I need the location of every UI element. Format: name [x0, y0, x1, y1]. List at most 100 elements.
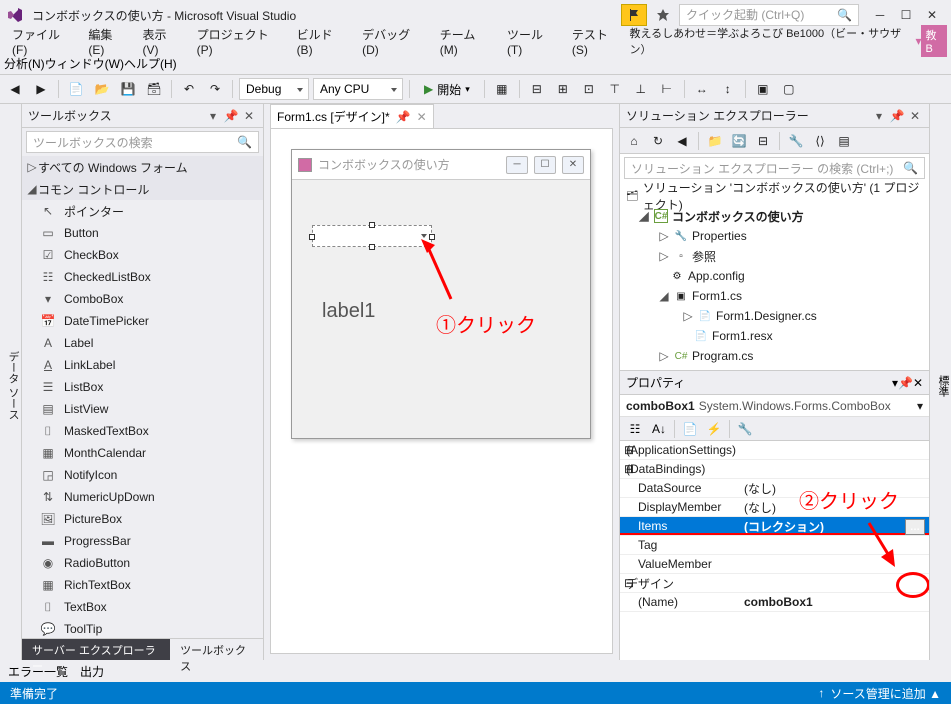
tool-button[interactable]: ▭Button [22, 222, 263, 244]
feedback-icon[interactable] [653, 5, 673, 25]
tool-tooltip[interactable]: 💬ToolTip [22, 618, 263, 638]
prop-databindings[interactable]: ⊞(DataBindings) [620, 460, 929, 479]
solution-root[interactable]: 🗂ソリューション 'コンボボックスの使い方' (1 プロジェクト) [620, 186, 929, 206]
menu-analyze[interactable]: 分析(N) [4, 55, 45, 72]
order-back-icon[interactable]: ▢ [778, 78, 800, 100]
events-icon[interactable]: ⚡ [703, 418, 725, 440]
tool-picturebox[interactable]: 🖼PictureBox [22, 508, 263, 530]
designer-node[interactable]: ▷📄Form1.Designer.cs [620, 306, 929, 326]
tool-label[interactable]: ALabel [22, 332, 263, 354]
form-max-button[interactable]: ☐ [534, 156, 556, 174]
menu-help[interactable]: ヘルプ(H) [124, 55, 177, 72]
align-right-icon[interactable]: ⊡ [578, 78, 600, 100]
align-center-icon[interactable]: ⊞ [552, 78, 574, 100]
close-icon[interactable]: ✕ [913, 376, 923, 390]
tab-toolbox[interactable]: ツールボックス [170, 639, 263, 660]
layout-btn-1[interactable]: ▦ [491, 78, 513, 100]
tool-monthcalendar[interactable]: ▦MonthCalendar [22, 442, 263, 464]
prop-displaymember[interactable]: DisplayMember(なし) [620, 498, 929, 517]
tool-textbox[interactable]: ⌷TextBox [22, 596, 263, 618]
prop-page-icon[interactable]: 📄 [679, 418, 701, 440]
redo-button[interactable]: ↷ [204, 78, 226, 100]
label-control[interactable]: label1 [322, 300, 375, 323]
tool-datetimepicker[interactable]: 📅DateTimePicker [22, 310, 263, 332]
prop-wrench-icon[interactable]: 🔧 [734, 418, 756, 440]
menu-team[interactable]: チーム(M) [432, 24, 499, 59]
spacing-h-icon[interactable]: ↔ [691, 78, 713, 100]
menu-project[interactable]: プロジェクト(P) [189, 24, 289, 59]
new-project-button[interactable]: 📄 [65, 78, 87, 100]
prop-appsettings[interactable]: ⊞(ApplicationSettings) [620, 441, 929, 460]
dropdown-icon[interactable]: ▾ [205, 108, 221, 124]
prop-datasource[interactable]: DataSource(なし) [620, 479, 929, 498]
home-icon[interactable]: ⌂ [624, 131, 644, 151]
design-surface[interactable]: コンボボックスの使い方 ─ ☐ ✕ label1 ①クリック [270, 128, 613, 654]
save-all-button[interactable]: 🗃 [143, 78, 165, 100]
refresh-icon[interactable]: 🔄 [729, 131, 749, 151]
left-rail-datasources[interactable]: データ ソース [0, 104, 22, 660]
showall-icon[interactable]: 📁 [705, 131, 725, 151]
tool-combobox[interactable]: ▾ComboBox [22, 288, 263, 310]
properties-icon[interactable]: 🔧 [786, 131, 806, 151]
pin-icon[interactable]: 📌 [889, 108, 905, 124]
prop-name[interactable]: (Name)comboBox1 [620, 593, 929, 612]
tab-output[interactable]: 出力 [80, 663, 104, 680]
right-rail[interactable]: 標準 [929, 104, 951, 660]
close-icon[interactable]: ✕ [241, 108, 257, 124]
categorized-icon[interactable]: ☷ [624, 418, 646, 440]
document-tab[interactable]: Form1.cs [デザイン]* 📌 ✕ [270, 104, 434, 128]
dropdown-icon[interactable]: ▾ [871, 108, 887, 124]
tab-server-explorer[interactable]: サーバー エクスプローラー [22, 639, 170, 660]
nav-fwd-button[interactable]: ▶ [30, 78, 52, 100]
save-button[interactable]: 💾 [117, 78, 139, 100]
tool-checkbox[interactable]: ☑CheckBox [22, 244, 263, 266]
alphabetical-icon[interactable]: A↓ [648, 418, 670, 440]
open-button[interactable]: 📂 [91, 78, 113, 100]
form-close-button[interactable]: ✕ [562, 156, 584, 174]
close-icon[interactable]: ✕ [907, 108, 923, 124]
references-node[interactable]: ▷▫参照 [620, 246, 929, 266]
menu-window[interactable]: ウィンドウ(W) [45, 55, 124, 72]
tool-numericupdown[interactable]: ⇅NumericUpDown [22, 486, 263, 508]
combobox-control[interactable] [312, 225, 432, 247]
code-icon[interactable]: ⟨⟩ [810, 131, 830, 151]
maximize-button[interactable]: ☐ [893, 4, 919, 26]
menu-debug[interactable]: デバッグ(D) [354, 24, 432, 59]
view-icon[interactable]: ▤ [834, 131, 854, 151]
prop-design-group[interactable]: ⊟デザイン [620, 574, 929, 593]
tool-richtextbox[interactable]: ▦RichTextBox [22, 574, 263, 596]
tool-listview[interactable]: ▤ListView [22, 398, 263, 420]
prop-valuemember[interactable]: ValueMember [620, 555, 929, 574]
platform-dropdown[interactable]: Any CPU [313, 78, 403, 100]
start-debug-button[interactable]: ▶開始▾ [416, 78, 478, 100]
align-btm-icon[interactable]: ⊢ [656, 78, 678, 100]
quick-launch-input[interactable]: クイック起動 (Ctrl+Q) 🔍 [679, 4, 859, 26]
tool-notifyicon[interactable]: ◲NotifyIcon [22, 464, 263, 486]
tool-progressbar[interactable]: ▬ProgressBar [22, 530, 263, 552]
tool-linklabel[interactable]: ALinkLabel [22, 354, 263, 376]
collapse-icon[interactable]: ⊟ [753, 131, 773, 151]
properties-grid[interactable]: ⊞(ApplicationSettings) ⊞(DataBindings) D… [620, 441, 929, 660]
resx-node[interactable]: 📄Form1.resx [620, 326, 929, 346]
prop-items[interactable]: Items (コレクション)… [620, 517, 929, 536]
menu-test[interactable]: テスト(S) [564, 24, 630, 59]
properties-node[interactable]: ▷🔧Properties [620, 226, 929, 246]
toolbox-group-common[interactable]: ◢コモン コントロール [22, 178, 263, 200]
nav-back-button[interactable]: ◀ [4, 78, 26, 100]
tag-badge[interactable]: 教B [921, 25, 946, 57]
menu-file[interactable]: ファイル(F) [4, 24, 80, 59]
minimize-button[interactable]: ─ [867, 4, 893, 26]
ellipsis-button[interactable]: … [905, 519, 925, 535]
program-node[interactable]: ▷C#Program.cs [620, 346, 929, 366]
prop-tag[interactable]: Tag [620, 536, 929, 555]
tab-errors[interactable]: エラー一覧 [8, 663, 68, 680]
tool-maskedtextbox[interactable]: ⌷MaskedTextBox [22, 420, 263, 442]
solution-search-input[interactable]: ソリューション エクスプローラー の検索 (Ctrl+;) 🔍 [624, 157, 925, 179]
pin-icon[interactable]: 📌 [223, 108, 239, 124]
tool-pointer[interactable]: ↖ポインター [22, 200, 263, 222]
align-left-icon[interactable]: ⊟ [526, 78, 548, 100]
spacing-v-icon[interactable]: ↕ [717, 78, 739, 100]
close-button[interactable]: ✕ [919, 4, 945, 26]
properties-object-selector[interactable]: comboBox1 System.Windows.Forms.ComboBox … [620, 395, 929, 417]
source-control-add[interactable]: ソース管理に追加 ▲ [830, 685, 941, 702]
